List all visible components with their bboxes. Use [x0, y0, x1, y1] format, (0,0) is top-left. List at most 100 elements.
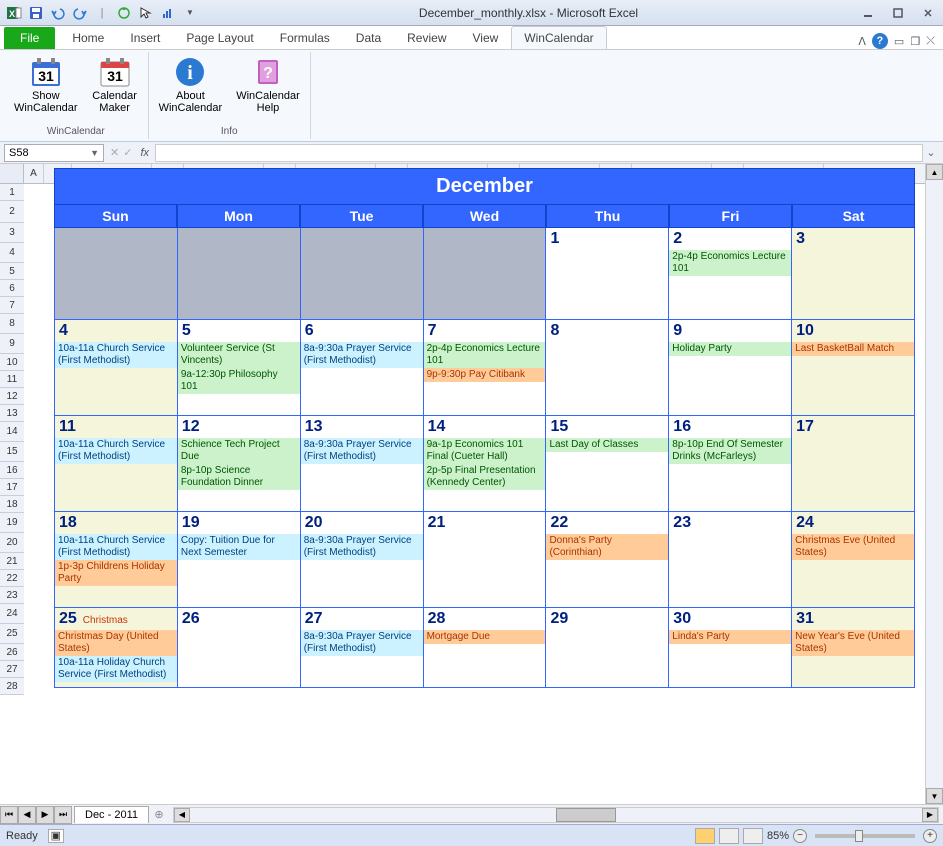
add-sheet-icon[interactable]: ⊕ [149, 808, 169, 821]
zoom-level[interactable]: 85% [767, 830, 789, 842]
calendar-event[interactable]: Donna's Party (Corinthian) [546, 534, 668, 560]
zoom-in-button[interactable]: + [923, 829, 937, 843]
ribbon-button-show-wincalendar[interactable]: 31ShowWinCalendar [10, 54, 82, 124]
calendar-day-23[interactable]: 23 [669, 512, 792, 608]
calendar-day-15[interactable]: 15Last Day of Classes [546, 416, 669, 512]
ribbon-button-about-wincalendar[interactable]: iAboutWinCalendar [155, 54, 227, 124]
calendar-day-24[interactable]: 24Christmas Eve (United States) [792, 512, 915, 608]
refresh-icon[interactable] [114, 3, 134, 23]
calendar-event[interactable]: Copy: Tuition Due for Next Semester [178, 534, 300, 560]
sheet-next-icon[interactable]: ▶ [36, 806, 54, 824]
calendar-event[interactable]: Last Day of Classes [546, 438, 668, 452]
row-header-17[interactable]: 17 [0, 479, 24, 496]
accept-formula-icon[interactable]: ✓ [121, 146, 134, 159]
name-box[interactable]: S58 ▼ [4, 144, 104, 162]
calendar-event[interactable]: 1p-3p Childrens Holiday Party [55, 560, 177, 586]
row-header-20[interactable]: 20 [0, 533, 24, 553]
calendar-day-12[interactable]: 12Schience Tech Project Due8p-10p Scienc… [178, 416, 301, 512]
calendar-day-8[interactable]: 8 [546, 320, 669, 416]
page-break-view-button[interactable] [743, 828, 763, 844]
calendar-day-28[interactable]: 28Mortgage Due [424, 608, 547, 688]
scroll-right-icon[interactable]: ▶ [922, 808, 938, 822]
calendar-event[interactable]: Last BasketBall Match [792, 342, 914, 356]
calendar-event[interactable]: 2p-5p Final Presentation (Kennedy Center… [424, 464, 546, 490]
tab-home[interactable]: Home [59, 26, 117, 49]
calendar-day-31[interactable]: 31New Year's Eve (United States) [792, 608, 915, 688]
ribbon-button-wincalendar-help[interactable]: ?WinCalendarHelp [232, 54, 304, 124]
calendar-day-17[interactable]: 17 [792, 416, 915, 512]
calendar-day-5[interactable]: 5Volunteer Service (St Vincents)9a-12:30… [178, 320, 301, 416]
scroll-left-icon[interactable]: ◀ [174, 808, 190, 822]
excel-icon[interactable]: X [4, 3, 24, 23]
row-header-3[interactable]: 3 [0, 223, 24, 243]
row-header-25[interactable]: 25 [0, 624, 24, 644]
row-header-27[interactable]: 27 [0, 661, 24, 678]
row-header-14[interactable]: 14 [0, 422, 24, 442]
normal-view-button[interactable] [695, 828, 715, 844]
calendar-day-13[interactable]: 138a-9:30a Prayer Service (First Methodi… [301, 416, 424, 512]
calendar-event[interactable]: 8p-10p Science Foundation Dinner [178, 464, 300, 490]
calendar-event[interactable]: 8p-10p End Of Semester Drinks (McFarleys… [669, 438, 791, 464]
calendar-day-30[interactable]: 30Linda's Party [669, 608, 792, 688]
calendar-event[interactable]: 9a-12:30p Philosophy 101 [178, 368, 300, 394]
sheet-last-icon[interactable]: ⏭ [54, 806, 72, 824]
tab-formulas[interactable]: Formulas [267, 26, 343, 49]
calendar-event[interactable]: Schience Tech Project Due [178, 438, 300, 464]
redo-icon[interactable] [70, 3, 90, 23]
row-header-11[interactable]: 11 [0, 371, 24, 388]
name-box-dropdown-icon[interactable]: ▼ [90, 148, 99, 158]
undo-icon[interactable] [48, 3, 68, 23]
calendar-blank-cell[interactable] [424, 228, 547, 320]
calendar-day-10[interactable]: 10Last BasketBall Match [792, 320, 915, 416]
qat-dropdown-icon[interactable]: ▼ [180, 3, 200, 23]
calendar-day-11[interactable]: 1110a-11a Church Service (First Methodis… [54, 416, 178, 512]
file-tab[interactable]: File [4, 27, 55, 49]
hscroll-thumb[interactable] [556, 808, 616, 822]
zoom-out-button[interactable]: − [793, 829, 807, 843]
row-header-7[interactable]: 7 [0, 297, 24, 314]
row-header-21[interactable]: 21 [0, 553, 24, 570]
row-header-16[interactable]: 16 [0, 462, 24, 479]
calendar-blank-cell[interactable] [301, 228, 424, 320]
fx-button[interactable]: fx [140, 147, 149, 159]
calendar-event[interactable]: Volunteer Service (St Vincents) [178, 342, 300, 368]
calendar-day-9[interactable]: 9Holiday Party [669, 320, 792, 416]
scroll-down-icon[interactable]: ▼ [926, 788, 943, 804]
calendar-day-16[interactable]: 168p-10p End Of Semester Drinks (McFarle… [669, 416, 792, 512]
calendar-day-19[interactable]: 19Copy: Tuition Due for Next Semester [178, 512, 301, 608]
ribbon-button-calendar-maker[interactable]: 31CalendarMaker [88, 54, 142, 124]
calendar-event[interactable]: 9a-1p Economics 101 Final (Cueter Hall) [424, 438, 546, 464]
calendar-day-18[interactable]: 1810a-11a Church Service (First Methodis… [54, 512, 178, 608]
chart-icon[interactable] [158, 3, 178, 23]
calendar-event[interactable]: 10a-11a Holiday Church Service (First Me… [55, 656, 177, 682]
row-header-13[interactable]: 13 [0, 405, 24, 422]
close-button[interactable] [917, 4, 939, 22]
ribbon-minimize-icon[interactable]: ᐱ [858, 35, 866, 48]
row-header-9[interactable]: 9 [0, 334, 24, 354]
help-icon[interactable]: ? [872, 33, 888, 49]
row-header-15[interactable]: 15 [0, 442, 24, 462]
scroll-up-icon[interactable]: ▲ [926, 164, 943, 180]
row-header-22[interactable]: 22 [0, 570, 24, 587]
row-header-1[interactable]: 1 [0, 184, 24, 201]
tab-wincalendar[interactable]: WinCalendar [511, 26, 606, 49]
sheet-tab[interactable]: Dec - 2011 [74, 806, 149, 823]
calendar-blank-cell[interactable] [54, 228, 178, 320]
calendar-day-6[interactable]: 68a-9:30a Prayer Service (First Methodis… [301, 320, 424, 416]
calendar-day-1[interactable]: 1 [546, 228, 669, 320]
zoom-slider[interactable] [815, 834, 915, 838]
row-header-28[interactable]: 28 [0, 678, 24, 695]
row-header-5[interactable]: 5 [0, 263, 24, 280]
macro-record-icon[interactable]: ▣ [48, 829, 64, 843]
formula-expand-icon[interactable]: ⌄ [923, 146, 939, 159]
calendar-event[interactable]: 9p-9:30p Pay Citibank [424, 368, 546, 382]
row-header-23[interactable]: 23 [0, 587, 24, 604]
tab-view[interactable]: View [460, 26, 512, 49]
row-header-18[interactable]: 18 [0, 496, 24, 513]
row-header-12[interactable]: 12 [0, 388, 24, 405]
tab-data[interactable]: Data [343, 26, 394, 49]
maximize-button[interactable] [887, 4, 909, 22]
sheet-prev-icon[interactable]: ◀ [18, 806, 36, 824]
sheet-first-icon[interactable]: ⏮ [0, 806, 18, 824]
row-header-4[interactable]: 4 [0, 243, 24, 263]
